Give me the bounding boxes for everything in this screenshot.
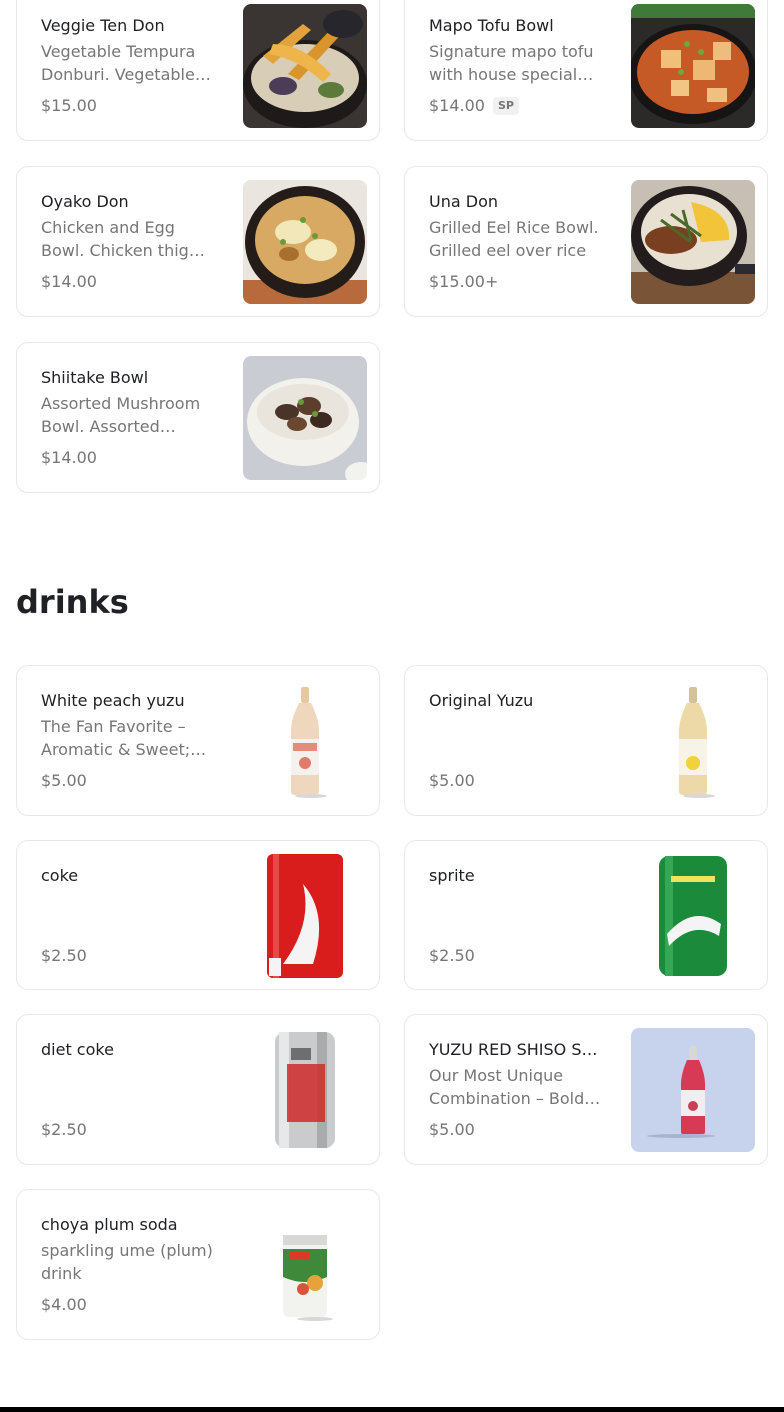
mushroom-bowl-image — [243, 356, 367, 480]
red-shiso-bottle-image — [631, 1028, 755, 1152]
menu-item-price: $5.00 — [429, 771, 475, 790]
menu-item-text: Shiitake Bowl Assorted Mushroom Bowl. As… — [41, 343, 213, 492]
menu-item-card[interactable]: Shiitake Bowl Assorted Mushroom Bowl. As… — [16, 342, 380, 493]
menu-item-text: Veggie Ten Don Vegetable Tempura Donburi… — [41, 0, 213, 140]
mapo-tofu-image — [631, 4, 755, 128]
menu-item-price: $4.00 — [41, 1295, 87, 1314]
menu-item-card[interactable]: Oyako Don Chicken and Egg Bowl. Chicken … — [16, 166, 380, 317]
menu-item-price-row: $5.00 — [429, 1119, 475, 1141]
menu-item-card[interactable]: YUZU RED SHISO SODA Our Most Unique Comb… — [404, 1014, 768, 1165]
menu-item-price: $2.50 — [41, 1120, 87, 1139]
menu-item-card[interactable]: Original Yuzu $5.00 — [404, 665, 768, 816]
menu-item-card[interactable]: White peach yuzu The Fan Favorite – Arom… — [16, 665, 380, 816]
menu-item-price-row: $4.00 — [41, 1294, 87, 1316]
menu-item-description: Chicken and Egg Bowl. Chicken thigh and … — [41, 218, 199, 260]
yuzu-bottle-image — [631, 679, 755, 803]
menu-item-text: Oyako Don Chicken and Egg Bowl. Chicken … — [41, 167, 213, 316]
spicy-badge: SP — [492, 97, 519, 115]
menu-item-price-row: $15.00 — [41, 95, 97, 117]
menu-item-name: YUZU RED SHISO SODA — [429, 1040, 601, 1059]
menu-grid-bowls: Veggie Ten Don Vegetable Tempura Donburi… — [16, 0, 768, 493]
menu-item-price-row: $5.00 — [41, 770, 87, 792]
menu-item-text: White peach yuzu The Fan Favorite – Arom… — [41, 666, 213, 815]
menu-item-price-row: $2.50 — [41, 1119, 87, 1141]
peach-yuzu-bottle-image — [243, 679, 367, 803]
menu-item-text: coke $2.50 — [41, 841, 213, 989]
menu-item-price-row: $15.00+ — [429, 271, 498, 293]
menu-item-card[interactable]: diet coke $2.50 — [16, 1014, 380, 1165]
oyako-don-image — [243, 180, 367, 304]
menu-item-name: sprite — [429, 866, 475, 885]
menu-item-card[interactable]: coke $2.50 — [16, 840, 380, 990]
menu-item-price: $2.50 — [429, 946, 475, 965]
menu-item-price: $15.00+ — [429, 272, 499, 291]
menu-item-price: $2.50 — [41, 946, 87, 965]
menu-item-text: choya plum soda sparkling ume (plum) dri… — [41, 1190, 213, 1339]
menu-item-text: Una Don Grilled Eel Rice Bowl. Grilled e… — [429, 167, 601, 316]
menu-item-text: Mapo Tofu Bowl Signature mapo tofu with … — [429, 0, 601, 140]
diet-coke-can-image — [243, 1028, 367, 1152]
menu-item-text: Original Yuzu $5.00 — [429, 666, 601, 815]
menu-item-card[interactable]: Veggie Ten Don Vegetable Tempura Donburi… — [16, 0, 380, 141]
menu-item-price-row: $14.00 SP — [429, 95, 519, 117]
menu-item-price-row: $5.00 — [429, 770, 475, 792]
menu-item-price-row: $2.50 — [429, 945, 475, 967]
menu-item-card[interactable]: Una Don Grilled Eel Rice Bowl. Grilled e… — [404, 166, 768, 317]
menu-item-description: The Fan Favorite – Aromatic & Sweet; whi… — [41, 717, 191, 759]
menu-item-card[interactable]: choya plum soda sparkling ume (plum) dri… — [16, 1189, 380, 1340]
menu-item-card[interactable]: Mapo Tofu Bowl Signature mapo tofu with … — [404, 0, 768, 141]
menu-item-price: $15.00 — [41, 96, 97, 115]
section-title-drinks: drinks — [16, 583, 129, 621]
menu-item-price: $14.00 — [41, 272, 97, 291]
menu-item-price-row: $2.50 — [41, 945, 87, 967]
menu-item-price: $5.00 — [41, 771, 87, 790]
menu-item-description: Signature mapo tofu with house special s… — [429, 42, 594, 84]
menu-item-name: coke — [41, 866, 79, 885]
choya-can-image — [243, 1203, 367, 1327]
menu-item-text: diet coke $2.50 — [41, 1015, 213, 1164]
menu-item-price: $5.00 — [429, 1120, 475, 1139]
menu-item-description: Vegetable Tempura Donburi. Vegetable tem… — [41, 42, 196, 84]
menu-item-name: White peach yuzu — [41, 691, 185, 710]
menu-item-text: sprite $2.50 — [429, 841, 601, 989]
sprite-can-image — [631, 854, 755, 978]
menu-item-price-row: $14.00 — [41, 447, 97, 469]
menu-item-name: Mapo Tofu Bowl — [429, 16, 554, 35]
menu-item-description: Assorted Mushroom Bowl. Assorted mushroo… — [41, 394, 201, 436]
menu-grid-drinks: White peach yuzu The Fan Favorite – Arom… — [16, 665, 768, 1340]
menu-item-name: choya plum soda — [41, 1215, 178, 1234]
menu-item-card[interactable]: sprite $2.50 — [404, 840, 768, 990]
menu-item-description: Grilled Eel Rice Bowl. Grilled eel over … — [429, 218, 599, 260]
tempura-donburi-image — [243, 4, 367, 128]
menu-item-text: YUZU RED SHISO SODA Our Most Unique Comb… — [429, 1015, 601, 1164]
menu-item-description: Our Most Unique Combination – Bold and r… — [429, 1066, 585, 1108]
bottom-bar — [0, 1407, 784, 1412]
menu-item-name: Oyako Don — [41, 192, 129, 211]
menu-item-name: diet coke — [41, 1040, 114, 1059]
menu-item-description: sparkling ume (plum) drink — [41, 1241, 213, 1283]
menu-item-price: $14.00 — [429, 96, 485, 115]
menu-item-name: Shiitake Bowl — [41, 368, 149, 387]
menu-item-price-row: $14.00 — [41, 271, 97, 293]
menu-item-name: Veggie Ten Don — [41, 16, 165, 35]
menu-item-name: Una Don — [429, 192, 498, 211]
una-don-image — [631, 180, 755, 304]
menu-item-name: Original Yuzu — [429, 691, 534, 710]
coke-can-image — [243, 854, 367, 978]
menu-item-price: $14.00 — [41, 448, 97, 467]
